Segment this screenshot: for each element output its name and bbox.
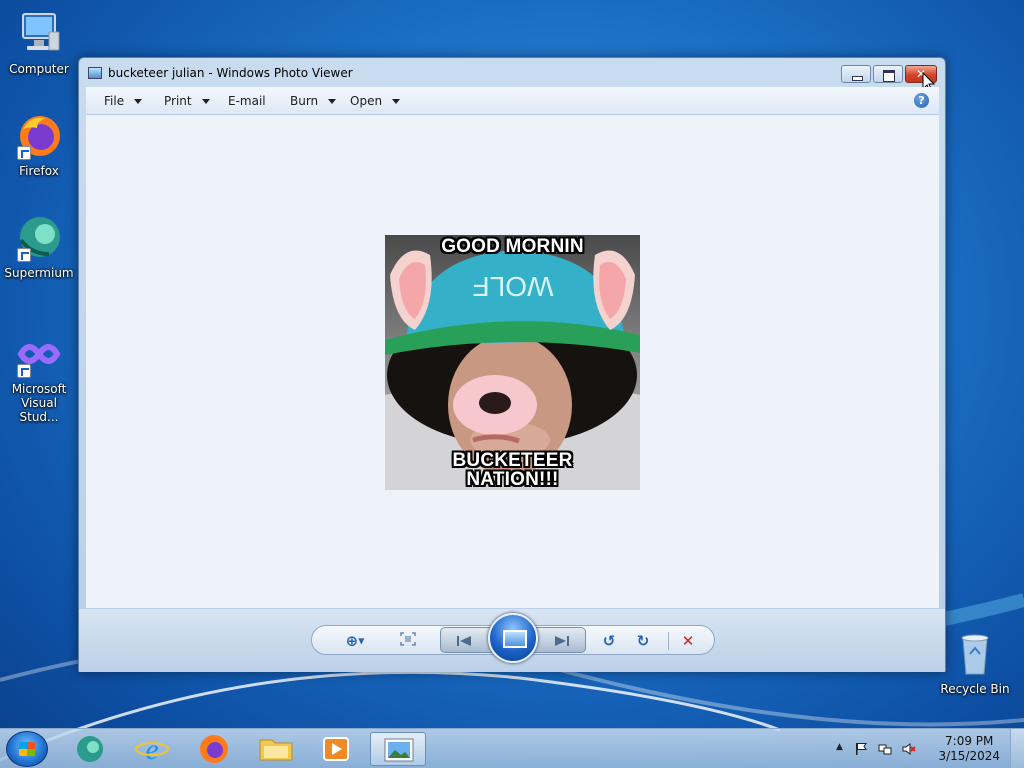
- show-hidden-icons-icon[interactable]: ▲: [836, 742, 850, 756]
- toolbar-separator: [668, 632, 669, 650]
- desktop-icon-recycle-bin[interactable]: Recycle Bin: [937, 630, 1013, 696]
- chevron-down-icon: ▼: [358, 636, 365, 646]
- firefox-icon: [200, 735, 228, 763]
- menu-burn[interactable]: Burn: [290, 94, 337, 108]
- desktop-icon-label: Recycle Bin: [940, 682, 1010, 696]
- menu-email[interactable]: E-mail: [228, 94, 266, 108]
- show-desktop-button[interactable]: [1010, 729, 1024, 768]
- taskbar: e ▲ 7:09 PM 3/15/2024: [0, 728, 1024, 768]
- photo-viewer-icon: [88, 67, 102, 79]
- visual-studio-icon: [15, 330, 63, 378]
- chevron-down-icon: [392, 99, 401, 104]
- menu-open[interactable]: Open: [350, 94, 401, 108]
- chevron-down-icon: [134, 99, 143, 104]
- photo-caption-bottom-line1: BUCKETEER: [452, 450, 573, 471]
- menu-bar: File Print E-mail Burn Open ?: [86, 87, 939, 115]
- desktop-icon-firefox[interactable]: Firefox: [1, 112, 77, 178]
- supermium-icon: [77, 736, 103, 762]
- clock[interactable]: 7:09 PM 3/15/2024: [938, 734, 1000, 764]
- menu-label: E-mail: [228, 94, 266, 108]
- supermium-icon: [15, 214, 63, 262]
- media-player-icon: [323, 737, 349, 761]
- previous-button[interactable]: [455, 634, 473, 648]
- photo-viewer-window: bucketeer julian - Windows Photo Viewer …: [78, 57, 946, 672]
- volume-muted-icon[interactable]: [902, 742, 916, 756]
- recycle-bin-icon: [951, 630, 999, 678]
- taskbar-internet-explorer[interactable]: e: [124, 732, 180, 766]
- shortcut-arrow-icon: [17, 364, 31, 378]
- taskbar-file-explorer[interactable]: [248, 732, 304, 766]
- menu-print[interactable]: Print: [164, 94, 210, 108]
- menu-label: File: [104, 94, 125, 108]
- slideshow-button[interactable]: [488, 613, 538, 663]
- network-icon[interactable]: [878, 742, 892, 756]
- firefox-icon: [15, 112, 63, 160]
- taskbar-supermium[interactable]: [62, 732, 118, 766]
- displayed-photo: WOLF GOOD MORNIN BUCKETEER NATION!!!: [385, 235, 640, 490]
- rotate-cw-icon: ↻: [636, 632, 650, 650]
- taskbar-media-player[interactable]: [308, 732, 364, 766]
- start-button[interactable]: [6, 731, 48, 767]
- taskbar-firefox[interactable]: [186, 732, 242, 766]
- clock-time: 7:09 PM: [945, 734, 994, 748]
- maximize-button[interactable]: [873, 65, 903, 83]
- svg-text:e: e: [145, 733, 158, 766]
- help-icon[interactable]: ?: [914, 93, 929, 108]
- image-viewport: WOLF GOOD MORNIN BUCKETEER NATION!!!: [86, 115, 939, 608]
- hat-text: WOLF: [473, 271, 554, 302]
- shortcut-arrow-icon: [17, 248, 31, 262]
- desktop-icon-visual-studio[interactable]: Microsoft Visual Stud...: [1, 330, 77, 424]
- minimize-button[interactable]: [841, 65, 871, 83]
- menu-label: Open: [350, 94, 383, 108]
- chevron-down-icon: [328, 99, 337, 104]
- next-button[interactable]: [553, 634, 571, 648]
- actual-size-button[interactable]: [396, 632, 420, 650]
- taskbar-photo-viewer[interactable]: [370, 732, 426, 766]
- desktop-icon-label: Computer: [9, 62, 69, 76]
- photo-caption-bottom-line2: NATION!!!: [466, 469, 559, 490]
- rotate-counterclockwise-button[interactable]: ↺: [597, 632, 621, 650]
- internet-explorer-icon: e: [135, 733, 169, 766]
- system-tray: ▲ 7:09 PM 3/15/2024: [834, 729, 1024, 768]
- viewer-toolbar: ⊕▼ ↺ ↻ ✕: [79, 609, 945, 672]
- photo-viewer-icon: [384, 738, 414, 762]
- menu-label: Burn: [290, 94, 319, 108]
- menu-file[interactable]: File: [104, 94, 143, 108]
- folder-icon: [259, 739, 293, 761]
- window-title: bucketeer julian - Windows Photo Viewer: [108, 66, 353, 80]
- shortcut-arrow-icon: [17, 146, 31, 160]
- desktop-icon-label: Firefox: [19, 164, 59, 178]
- chevron-down-icon: [201, 99, 210, 104]
- delete-icon: ✕: [681, 632, 695, 650]
- delete-button[interactable]: ✕: [676, 632, 700, 650]
- photo-caption-top: GOOD MORNIN: [441, 236, 584, 257]
- zoom-icon: ⊕: [345, 632, 359, 650]
- zoom-button[interactable]: ⊕▼: [338, 632, 372, 650]
- desktop-icon-label: Supermium: [4, 266, 74, 280]
- actual-size-icon: [400, 632, 416, 646]
- rotate-clockwise-button[interactable]: ↻: [631, 632, 655, 650]
- desktop-icon-computer[interactable]: Computer: [1, 10, 77, 76]
- title-bar[interactable]: bucketeer julian - Windows Photo Viewer …: [79, 58, 945, 93]
- action-center-flag-icon[interactable]: [854, 742, 868, 756]
- clock-date: 3/15/2024: [938, 749, 1000, 763]
- rotate-ccw-icon: ↺: [602, 632, 616, 650]
- desktop-icon-supermium[interactable]: Supermium: [1, 214, 77, 280]
- desktop-icon-label: Microsoft Visual Stud...: [11, 382, 67, 424]
- computer-icon: [15, 10, 63, 58]
- menu-label: Print: [164, 94, 192, 108]
